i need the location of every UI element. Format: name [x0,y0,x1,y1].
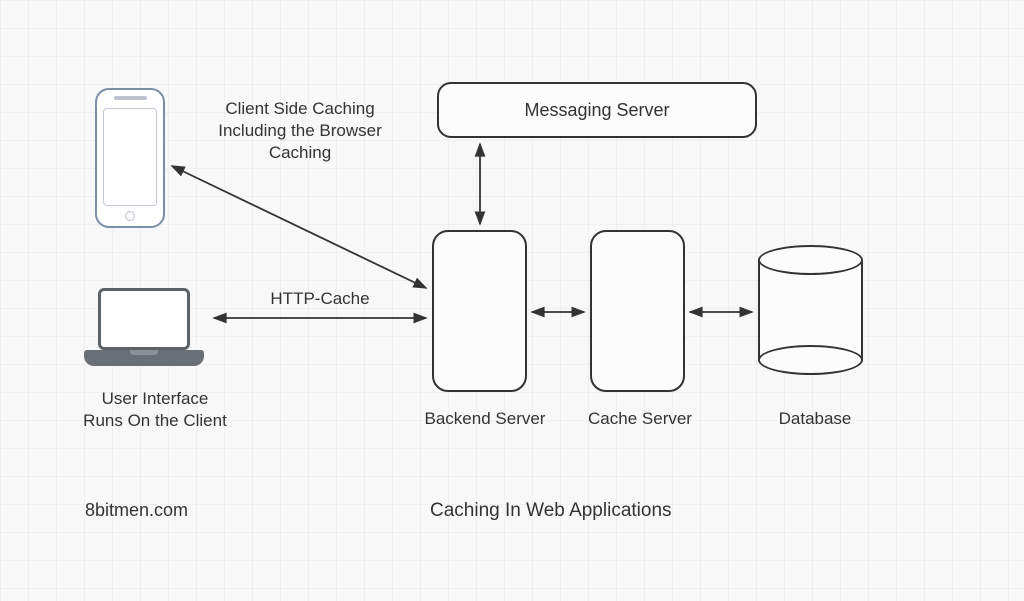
client-ui-label: User Interface Runs On the Client [60,388,250,432]
cache-server-label: Cache Server [575,408,705,430]
laptop-device-icon [84,288,204,376]
http-cache-annotation: HTTP-Cache [250,288,390,310]
laptop-screen-icon [98,288,190,350]
arrow-phone-backend [172,166,426,288]
laptop-notch-icon [130,350,158,355]
phone-home-button-icon [125,211,135,221]
database-node [758,245,863,375]
database-bottom-ellipse-icon [758,345,863,375]
cache-server-node [590,230,685,392]
attribution-text: 8bitmen.com [85,500,188,521]
phone-device-icon [95,88,165,228]
backend-server-node [432,230,527,392]
backend-server-label: Backend Server [415,408,555,430]
database-label: Database [760,408,870,430]
diagram-title: Caching In Web Applications [430,500,672,522]
messaging-server-node: Messaging Server [437,82,757,138]
client-side-caching-annotation: Client Side Caching Including the Browse… [190,98,410,164]
database-top-ellipse-icon [758,245,863,275]
